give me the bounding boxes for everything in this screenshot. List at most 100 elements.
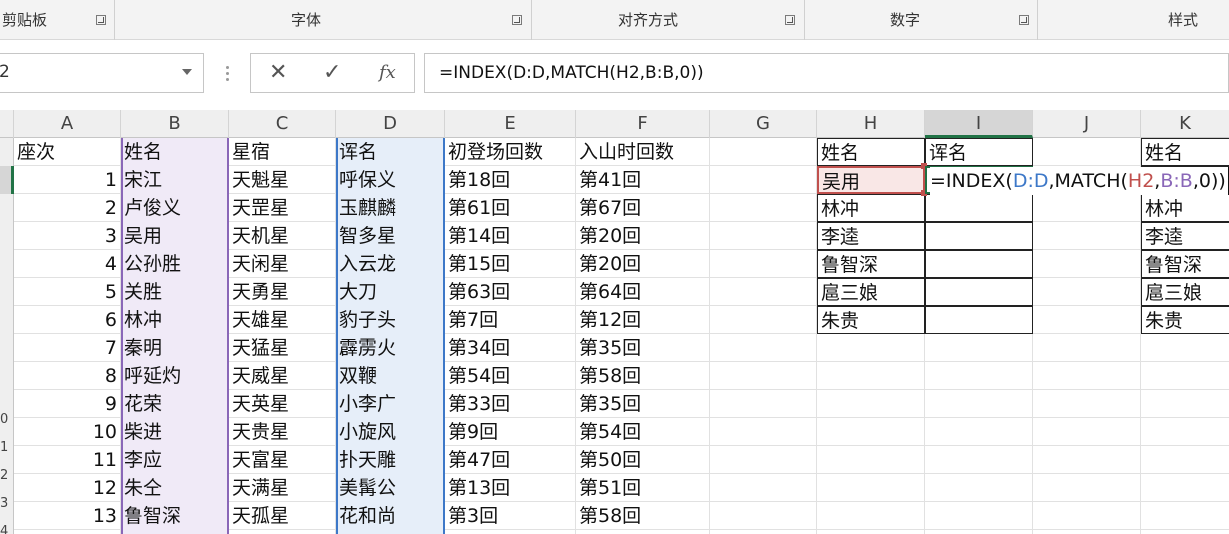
dialog-launcher-icon[interactable]	[512, 15, 522, 25]
star-cell[interactable]: 天满星	[229, 474, 336, 502]
seat-number-cell[interactable]: 10	[14, 418, 121, 446]
join-chapter-cell[interactable]: 第35回	[576, 334, 710, 362]
first-appearance-cell[interactable]: 第13回	[445, 474, 576, 502]
ribbon-group-styles[interactable]: 样式	[1038, 0, 1229, 40]
nickname-cell[interactable]: 美髯公	[336, 474, 445, 502]
first-appearance-cell[interactable]: 第33回	[445, 390, 576, 418]
seat-number-cell[interactable]: 2	[14, 194, 121, 222]
first-appearance-cell[interactable]: 第9回	[445, 418, 576, 446]
star-cell[interactable]: 天威星	[229, 362, 336, 390]
seat-number-cell[interactable]: 5	[14, 278, 121, 306]
name-cell[interactable]: 宋江	[121, 166, 229, 194]
header-cell[interactable]: 初登场回数	[445, 138, 576, 166]
name-cell[interactable]: 呼延灼	[121, 362, 229, 390]
star-cell[interactable]: 天罡星	[229, 194, 336, 222]
dialog-launcher-icon[interactable]	[1019, 15, 1029, 25]
star-cell[interactable]: 天猛星	[229, 334, 336, 362]
row-header[interactable]: 4	[0, 518, 14, 534]
name-cell[interactable]: 公孙胜	[121, 250, 229, 278]
h2-reference-cell[interactable]: 吴用	[817, 166, 925, 194]
ribbon-group-number[interactable]: 数字	[805, 0, 1038, 40]
row-header[interactable]: 1	[0, 434, 14, 462]
name-cell[interactable]: 关胜	[121, 278, 229, 306]
dropdown-arrow-icon[interactable]	[182, 69, 192, 75]
name-cell[interactable]: 朱仝	[121, 474, 229, 502]
first-appearance-cell[interactable]: 第15回	[445, 250, 576, 278]
star-cell[interactable]: 天勇星	[229, 278, 336, 306]
join-chapter-cell[interactable]: 第58回	[576, 502, 710, 530]
seat-number-cell[interactable]: 6	[14, 306, 121, 334]
column-header-g[interactable]: G	[710, 110, 817, 138]
lookup-name-cell[interactable]: 朱贵	[817, 306, 925, 334]
first-appearance-cell[interactable]: 第14回	[445, 222, 576, 250]
join-chapter-cell[interactable]: 第20回	[576, 222, 710, 250]
formula-input[interactable]: =INDEX(D:D,MATCH(H2,B:B,0))	[424, 53, 1229, 93]
insert-function-icon[interactable]: fx	[379, 62, 396, 83]
row-header[interactable]: 2	[0, 462, 14, 490]
name-cell[interactable]: 李应	[121, 446, 229, 474]
join-chapter-cell[interactable]: 第58回	[576, 362, 710, 390]
star-cell[interactable]: 天富星	[229, 446, 336, 474]
ribbon-group-alignment[interactable]: 对齐方式	[532, 0, 805, 40]
column-header-e[interactable]: E	[445, 110, 576, 138]
name-box[interactable]: 2	[0, 53, 204, 93]
k-name-cell[interactable]: 李逵	[1141, 222, 1229, 250]
nickname-cell[interactable]: 小旋风	[336, 418, 445, 446]
join-chapter-cell[interactable]: 第50回	[576, 446, 710, 474]
join-chapter-cell[interactable]: 第64回	[576, 278, 710, 306]
star-cell[interactable]: 天英星	[229, 390, 336, 418]
seat-number-cell[interactable]: 13	[14, 502, 121, 530]
header-cell[interactable]: 星宿	[229, 138, 336, 166]
star-cell[interactable]: 天雄星	[229, 306, 336, 334]
first-appearance-cell[interactable]: 第61回	[445, 194, 576, 222]
seat-number-cell[interactable]: 11	[14, 446, 121, 474]
join-chapter-cell[interactable]: 第41回	[576, 166, 710, 194]
nickname-cell[interactable]: 大刀	[336, 278, 445, 306]
name-cell[interactable]: 鲁智深	[121, 502, 229, 530]
nickname-cell[interactable]: 小李广	[336, 390, 445, 418]
star-cell[interactable]: 天魁星	[229, 166, 336, 194]
k-name-cell[interactable]: 鲁智深	[1141, 250, 1229, 278]
lookup-name-cell[interactable]: 姓名	[817, 138, 925, 166]
join-chapter-cell[interactable]: 第54回	[576, 418, 710, 446]
name-cell[interactable]: 柴进	[121, 418, 229, 446]
header-cell[interactable]: 座次	[14, 138, 121, 166]
dialog-launcher-icon[interactable]	[785, 15, 795, 25]
first-appearance-cell[interactable]: 第47回	[445, 446, 576, 474]
first-appearance-cell[interactable]: 第3回	[445, 502, 576, 530]
lookup-nickname-cell[interactable]	[925, 194, 1033, 222]
column-header-j[interactable]: J	[1033, 110, 1141, 138]
seat-number-cell[interactable]: 3	[14, 222, 121, 250]
row-header[interactable]: 3	[0, 490, 14, 518]
row-header[interactable]	[0, 138, 14, 166]
name-cell[interactable]: 卢俊义	[121, 194, 229, 222]
star-cell[interactable]: 天贵星	[229, 418, 336, 446]
header-cell[interactable]: 入山时回数	[576, 138, 710, 166]
dialog-launcher-icon[interactable]	[96, 15, 106, 25]
nickname-cell[interactable]: 入云龙	[336, 250, 445, 278]
name-cell[interactable]: 花荣	[121, 390, 229, 418]
lookup-nickname-cell[interactable]	[925, 250, 1033, 278]
nickname-cell[interactable]: 呼保义	[336, 166, 445, 194]
nickname-cell[interactable]: 扑天雕	[336, 446, 445, 474]
enter-icon[interactable]: ✓	[323, 60, 341, 85]
cancel-icon[interactable]: ✕	[269, 60, 287, 85]
column-header-c[interactable]: C	[229, 110, 336, 138]
lookup-name-cell[interactable]: 扈三娘	[817, 278, 925, 306]
lookup-name-cell[interactable]: 鲁智深	[817, 250, 925, 278]
header-cell[interactable]: 姓名	[121, 138, 229, 166]
sheet-grid[interactable]: 座次 姓名 星宿 诨名 初登场回数 入山时回数 1 宋江 天魁星 呼保义 第18回 第41回 2 卢俊义天…	[14, 138, 1229, 534]
header-cell[interactable]: 诨名	[336, 138, 445, 166]
star-cell[interactable]: 天机星	[229, 222, 336, 250]
drag-handle-icon[interactable]	[226, 66, 230, 82]
first-appearance-cell[interactable]: 第54回	[445, 362, 576, 390]
ribbon-group-clipboard[interactable]: 剪贴板	[0, 0, 115, 40]
lookup-nickname-cell[interactable]	[925, 222, 1033, 250]
nickname-cell[interactable]: 花和尚	[336, 502, 445, 530]
first-appearance-cell[interactable]: 第18回	[445, 166, 576, 194]
nickname-cell[interactable]: 玉麒麟	[336, 194, 445, 222]
lookup-nickname-cell[interactable]	[925, 278, 1033, 306]
column-header-k[interactable]: K	[1141, 110, 1229, 138]
row-header[interactable]	[0, 166, 14, 194]
first-appearance-cell[interactable]: 第7回	[445, 306, 576, 334]
